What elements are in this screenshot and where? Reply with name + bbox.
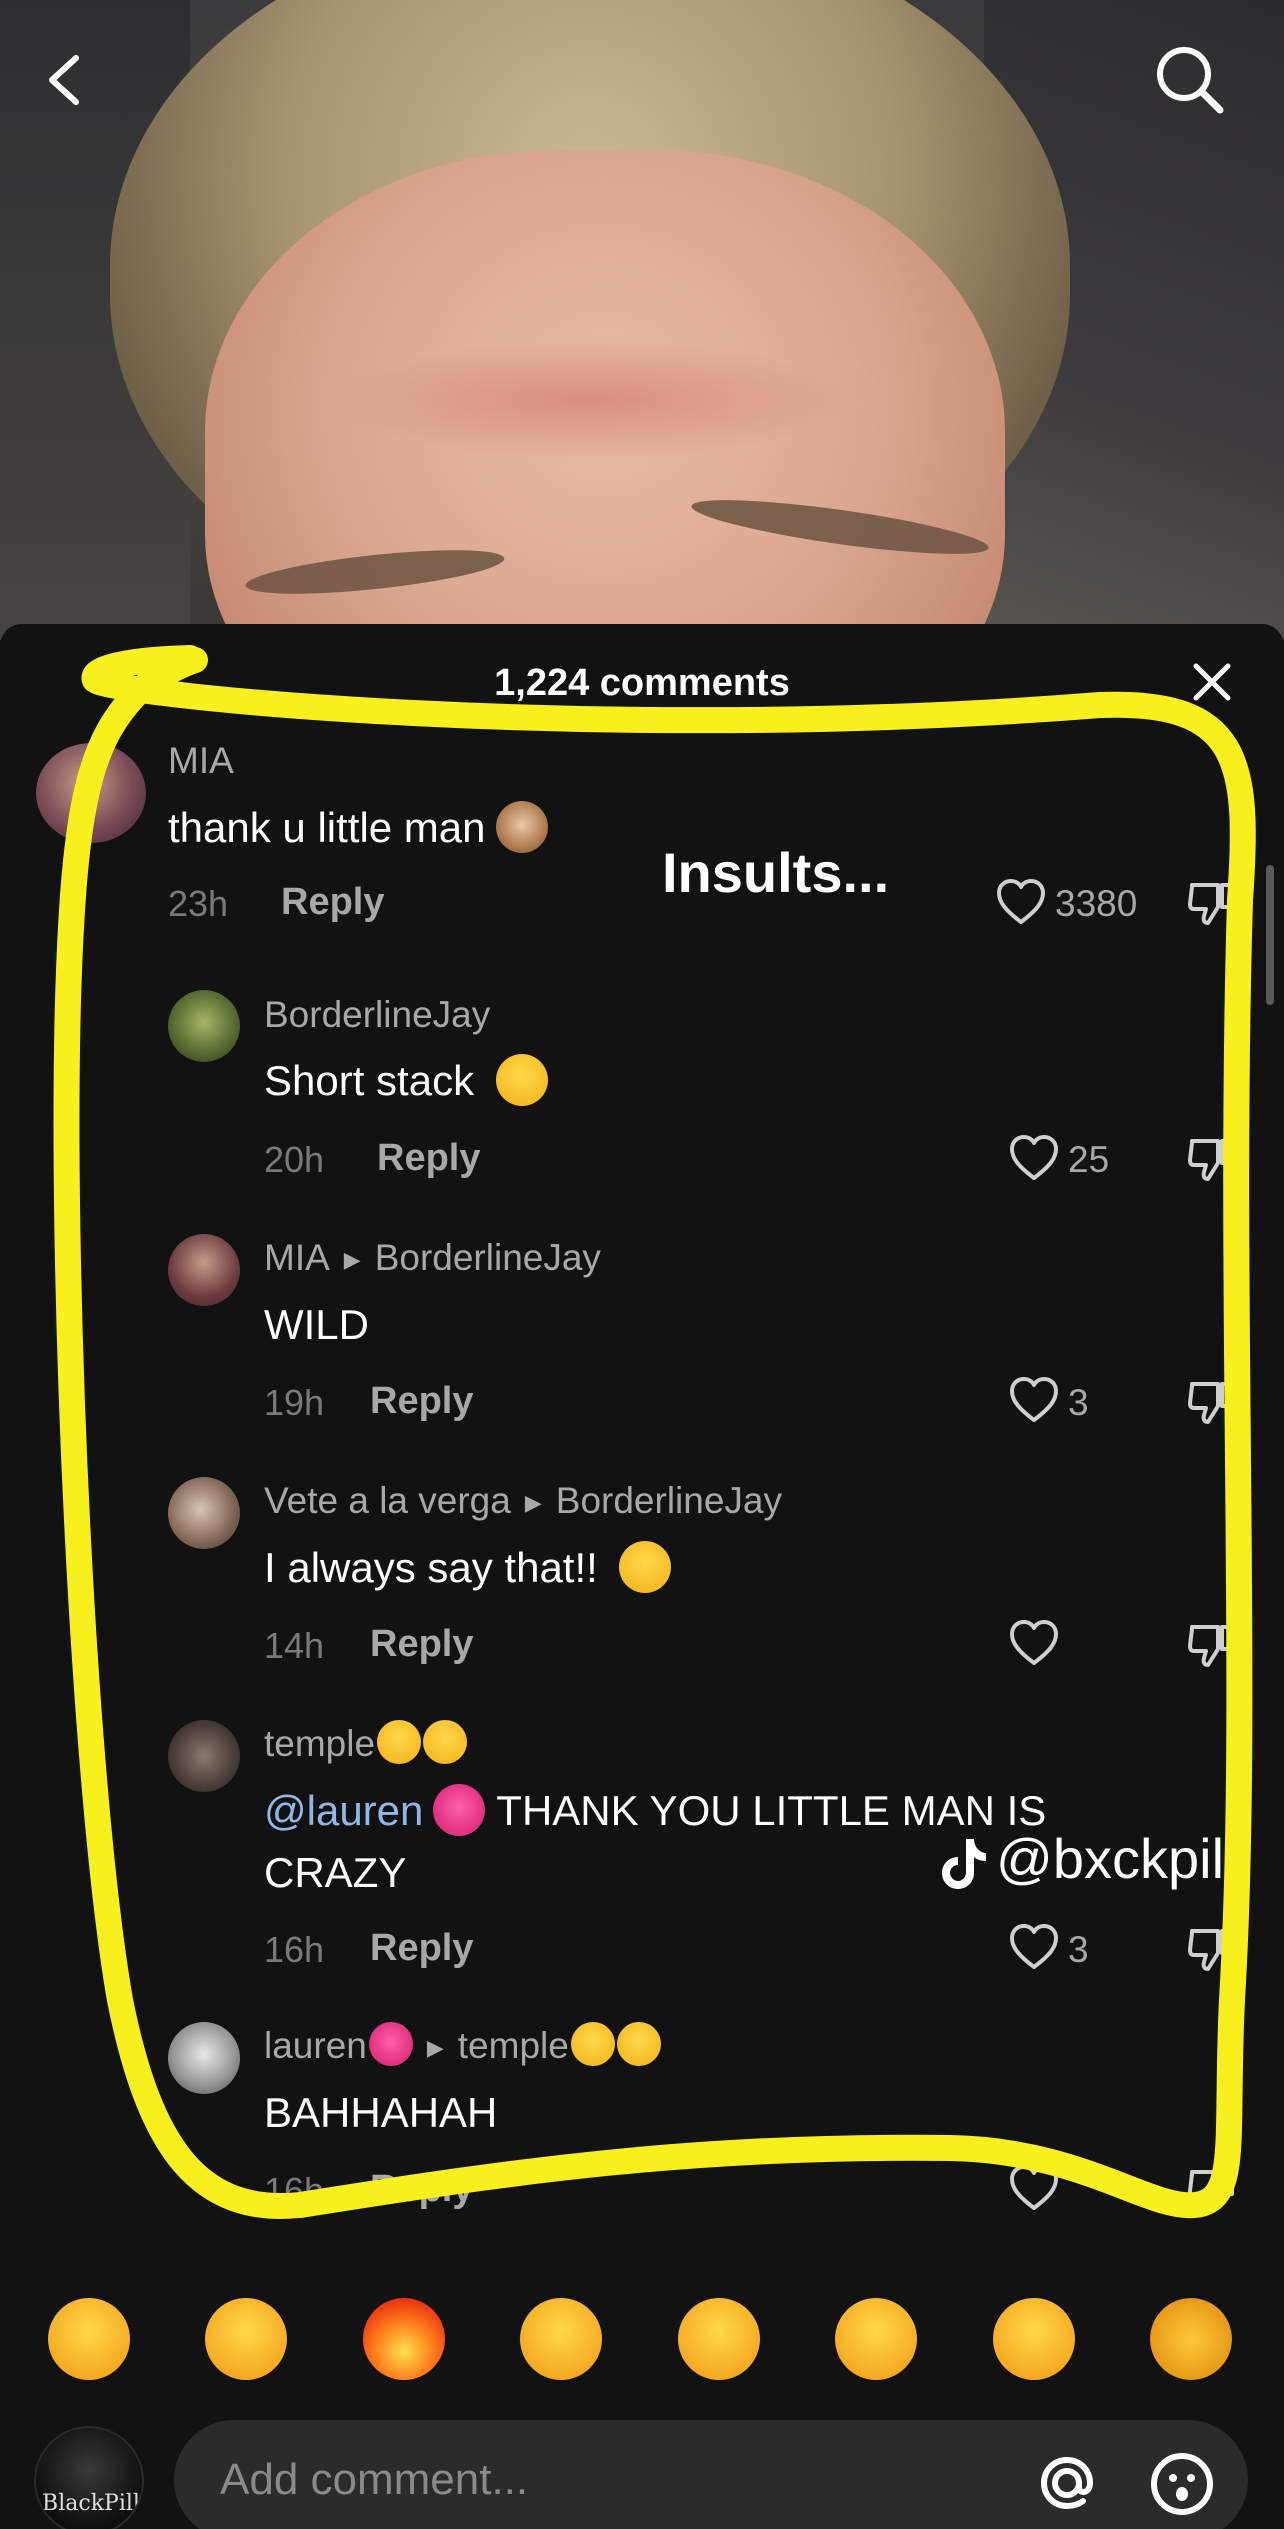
comment-time: 20h (264, 1139, 325, 1180)
heart-icon[interactable] (1008, 2164, 1060, 2212)
reply-button[interactable]: Reply (370, 1927, 473, 1970)
reply-button[interactable]: Reply (370, 1380, 473, 1423)
smiling-face-icon (616, 2022, 661, 2067)
close-icon[interactable] (1190, 660, 1234, 704)
quick-emoji-bar (0, 2298, 1284, 2380)
sunglasses-emoji-icon[interactable] (835, 2298, 917, 2380)
comment-text: WILD (264, 1301, 369, 1348)
comment-text: BAHHAHAH (264, 2089, 498, 2136)
thinking-emoji-icon[interactable] (678, 2298, 760, 2380)
tiktok-logo-icon (940, 1835, 988, 1891)
rolling-laughing-face-icon (619, 1540, 672, 1593)
rolling-laughing-emoji-icon[interactable] (205, 2298, 287, 2380)
thumbs-down-icon[interactable] (1186, 1923, 1238, 1975)
emoji-icon[interactable] (1148, 2450, 1216, 2518)
reply-button[interactable]: Reply (370, 1623, 473, 1666)
tears-of-joy-emoji-icon[interactable] (48, 2298, 130, 2380)
heart-icon[interactable] (1008, 1619, 1060, 1667)
smiling-face-icon (423, 1720, 468, 1765)
like-count: 3 (1068, 1929, 1089, 1970)
person-forehead (330, 340, 850, 460)
comment-time: 23h (168, 883, 229, 924)
avatar[interactable] (36, 743, 146, 843)
search-icon[interactable] (1150, 40, 1230, 120)
watermark: @bxckpill (940, 1826, 1236, 1891)
fire-emoji-icon[interactable] (363, 2298, 445, 2380)
reply-arrow-icon: ▶ (343, 1247, 361, 1273)
avatar[interactable] (168, 2022, 240, 2094)
scrollbar[interactable] (1266, 865, 1274, 1005)
video-background[interactable] (0, 0, 1284, 640)
like-count: 25 (1068, 1139, 1110, 1180)
reply-button[interactable]: Reply (281, 881, 384, 924)
avatar[interactable] (168, 990, 240, 1062)
heart-icon[interactable] (1008, 1923, 1060, 1971)
at-icon[interactable] (1034, 2450, 1100, 2516)
thumbs-down-icon[interactable] (1186, 1376, 1238, 1428)
thumbs-down-icon[interactable] (1186, 1133, 1238, 1185)
like-count: 3 (1068, 1382, 1089, 1423)
reply-button[interactable]: Reply (377, 1137, 480, 1180)
reply-button[interactable]: Reply (370, 2168, 473, 2211)
user-avatar[interactable]: BlackPill (34, 2426, 144, 2529)
comment-username[interactable]: lauren ▶ temple (264, 2022, 661, 2070)
mention-link[interactable]: @lauren (264, 1787, 423, 1834)
see-no-evil-monkey-icon (495, 800, 548, 853)
like-count: 3380 (1055, 883, 1138, 924)
comment-username[interactable]: MIA (168, 740, 234, 782)
heart-with-ribbon-icon (433, 1783, 486, 1836)
comment-composer: BlackPill (0, 2410, 1284, 2529)
avatar-label: BlackPill (42, 2491, 140, 2516)
avatar[interactable] (168, 1234, 240, 1306)
raised-eyebrow-emoji-icon[interactable] (993, 2298, 1075, 2380)
comment-time: 14h (264, 1625, 325, 1666)
comments-count-title: 1,224 comments (494, 662, 790, 704)
avatar[interactable] (168, 1720, 240, 1792)
thumbs-down-icon[interactable] (1186, 2164, 1238, 2216)
comment-time: 16h (264, 2170, 325, 2211)
comment-username[interactable]: temple (264, 1720, 468, 1768)
reply-arrow-icon: ▶ (524, 1490, 542, 1516)
heart-icon[interactable] (995, 878, 1047, 926)
comment-text: CRAZY (264, 1849, 407, 1896)
comment-username[interactable]: MIA ▶ BorderlineJay (264, 1237, 601, 1279)
smiling-face-icon (570, 2022, 615, 2067)
overlay-caption: Insults... (662, 841, 890, 904)
thumbs-down-icon[interactable] (1186, 877, 1238, 929)
reply-arrow-icon: ▶ (426, 2035, 444, 2061)
smiling-face-icon (377, 1720, 422, 1765)
handshake-emoji-icon[interactable] (1150, 2298, 1232, 2380)
winking-tongue-face-icon (495, 1053, 548, 1106)
thumbs-down-icon[interactable] (1186, 1619, 1238, 1671)
comment-time: 19h (264, 1382, 325, 1423)
comment-time: 16h (264, 1929, 325, 1970)
comment-text: Short stack (264, 1050, 548, 1112)
comment-username[interactable]: BorderlineJay (264, 994, 490, 1036)
comment-text: @lauren THANK YOU LITTLE MAN IS (264, 1780, 1046, 1842)
comment-text: I always say that!! (264, 1537, 672, 1599)
heart-with-ribbon-icon (368, 2022, 413, 2067)
comment-text: thank u little man (168, 797, 548, 859)
heart-icon[interactable] (1008, 1134, 1060, 1182)
comment-username[interactable]: Vete a la verga ▶ BorderlineJay (264, 1480, 782, 1522)
avatar[interactable] (168, 1477, 240, 1549)
heart-icon[interactable] (1008, 1376, 1060, 1424)
back-chevron-icon[interactable] (36, 50, 96, 110)
pensive-emoji-icon[interactable] (520, 2298, 602, 2380)
